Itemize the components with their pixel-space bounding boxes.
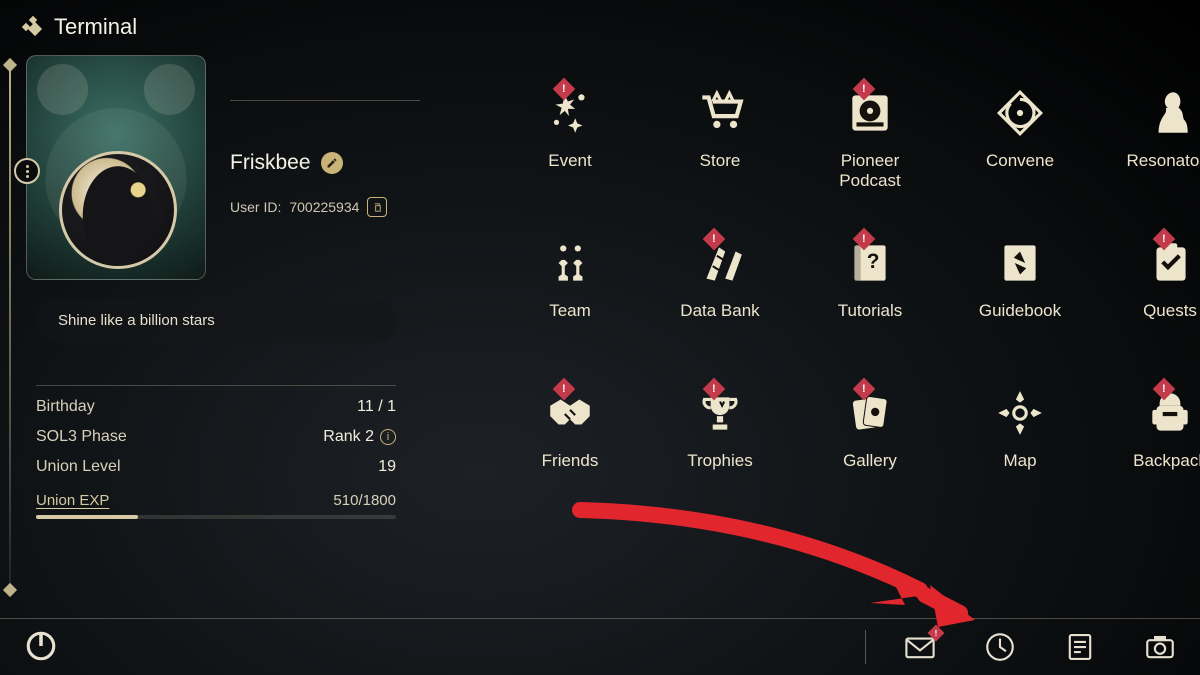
book-q-icon (840, 235, 900, 291)
stat-birthday[interactable]: Birthday 11 / 1 (36, 392, 396, 422)
exp-label: Union EXP (36, 492, 109, 509)
birthday-value: 11 / 1 (357, 398, 396, 416)
profile-card[interactable] (26, 55, 206, 280)
menu-item-label: Friends (542, 451, 599, 471)
checklist-icon (1140, 235, 1200, 291)
menu-item-label: PioneerPodcast (839, 151, 900, 192)
record-icon (840, 85, 900, 141)
databank-icon (690, 235, 750, 291)
menu-item-label: Data Bank (680, 301, 759, 321)
exp-bar-fill (36, 515, 138, 519)
backpack-icon (1140, 385, 1200, 441)
profile-options-button[interactable] (14, 158, 40, 184)
menu-item-label: Trophies (687, 451, 753, 471)
avatar[interactable] (59, 151, 177, 269)
menu-item-data-bank[interactable]: Data Bank (650, 230, 790, 380)
menu-item-tutorials[interactable]: Tutorials (800, 230, 940, 380)
menu-item-label: Quests (1143, 301, 1197, 321)
name-block: Friskbee User ID: 700225934 (230, 100, 420, 217)
menu-grid: Event Store PioneerPodcast Convene Reson… (500, 80, 1200, 530)
menu-item-label: Store (700, 151, 741, 171)
edit-name-button[interactable] (321, 152, 343, 174)
menu-item-label: Event (548, 151, 591, 171)
cards-icon (840, 385, 900, 441)
cart-icon (690, 85, 750, 141)
menu-item-label: Guidebook (979, 301, 1061, 321)
user-id-value: 700225934 (289, 199, 359, 215)
exp-bar (36, 515, 396, 519)
player-name: Friskbee (230, 151, 311, 175)
menu-item-friends[interactable]: Friends (500, 380, 640, 530)
menu-item-guidebook[interactable]: Guidebook (950, 230, 1090, 380)
level-label: Union Level (36, 458, 121, 476)
menu-item-label: Backpack (1133, 451, 1200, 471)
alert-badge (928, 625, 945, 642)
phase-label: SOL3 Phase (36, 428, 127, 446)
signature-field[interactable]: Shine like a billion stars (36, 298, 396, 343)
phase-value: Rank 2 (323, 428, 374, 446)
menu-item-label: Gallery (843, 451, 897, 471)
left-rail-ornament (9, 60, 11, 595)
menu-item-map[interactable]: Map (950, 380, 1090, 530)
compass-book-icon (990, 235, 1050, 291)
tray-divider (865, 630, 866, 664)
menu-item-label: Team (549, 301, 591, 321)
tray-time-button[interactable] (980, 627, 1020, 667)
page-title: Terminal (54, 14, 137, 40)
birthday-label: Birthday (36, 398, 95, 416)
tray-notice-button[interactable] (1060, 627, 1100, 667)
tray-camera-button[interactable] (1140, 627, 1180, 667)
level-value: 19 (378, 458, 396, 476)
menu-item-team[interactable]: Team (500, 230, 640, 380)
stat-level: Union Level 19 (36, 452, 396, 482)
menu-item-label: Tutorials (838, 301, 903, 321)
exp-value: 510/1800 (333, 492, 396, 509)
terminal-icon (20, 15, 44, 39)
menu-item-trophies[interactable]: Trophies (650, 380, 790, 530)
stats-panel: Birthday 11 / 1 SOL3 Phase Rank 2 i Unio… (36, 385, 396, 519)
menu-item-backpack[interactable]: Backpack (1100, 380, 1200, 530)
phase-info-button[interactable]: i (380, 429, 396, 445)
menu-item-convene[interactable]: Convene (950, 80, 1090, 230)
menu-item-resonators[interactable]: Resonators (1100, 80, 1200, 230)
stat-exp: Union EXP 510/1800 (36, 492, 396, 509)
compass-icon (990, 385, 1050, 441)
menu-item-label: Map (1003, 451, 1036, 471)
menu-item-pioneer-podcast[interactable]: PioneerPodcast (800, 80, 940, 230)
menu-item-store[interactable]: Store (650, 80, 790, 230)
silhouette-icon (1140, 85, 1200, 141)
menu-item-label: Convene (986, 151, 1054, 171)
menu-item-quests[interactable]: Quests (1100, 230, 1200, 380)
diamond-swirl-icon (990, 85, 1050, 141)
power-button[interactable] (22, 627, 60, 665)
menu-item-label: Resonators (1127, 151, 1200, 171)
chess-icon (540, 235, 600, 291)
stat-phase: SOL3 Phase Rank 2 i (36, 422, 396, 452)
header: Terminal (20, 14, 137, 40)
handshake-icon (540, 385, 600, 441)
menu-item-event[interactable]: Event (500, 80, 640, 230)
tray-mail-button[interactable] (900, 627, 940, 667)
menu-item-gallery[interactable]: Gallery (800, 380, 940, 530)
copy-id-button[interactable] (367, 197, 387, 217)
bottom-tray (865, 627, 1180, 667)
sparkle-icon (540, 85, 600, 141)
bottom-divider (0, 618, 1200, 619)
user-id-label: User ID: (230, 199, 281, 215)
trophy-icon (690, 385, 750, 441)
